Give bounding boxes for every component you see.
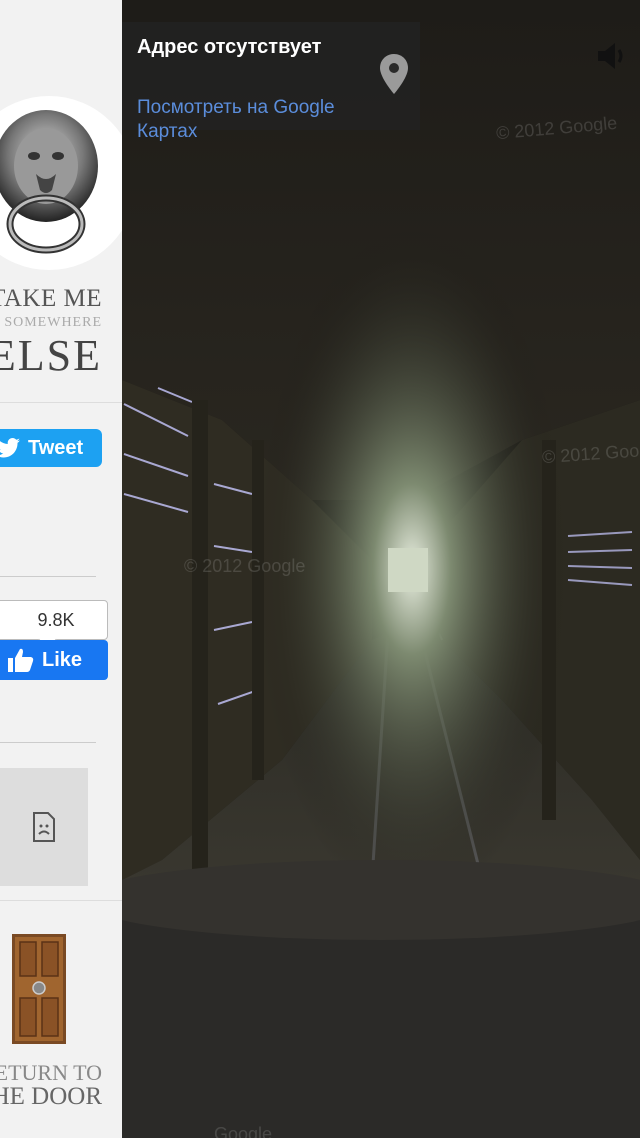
map-pin-icon[interactable] xyxy=(380,54,408,94)
tweet-button[interactable]: Tweet xyxy=(0,429,102,467)
watermark: © 2012 Google xyxy=(184,556,306,576)
watermark: Google xyxy=(214,1124,273,1138)
like-count: 9.8K xyxy=(37,609,75,630)
address-title: Адрес отсутствует xyxy=(137,36,322,58)
divider xyxy=(0,742,96,743)
speaker-icon[interactable] xyxy=(596,40,630,72)
divider xyxy=(0,402,122,403)
divider xyxy=(0,576,96,577)
address-card: Адрес отсутствует Посмотреть на Google К… xyxy=(122,22,420,142)
like-button[interactable]: Like xyxy=(0,640,108,680)
like-label: Like xyxy=(42,648,83,671)
broken-file-icon xyxy=(33,812,55,842)
view-on-google-maps-link[interactable]: Посмотреть на Google Картах xyxy=(137,96,387,144)
sidebar: TAKE ME SOMEWHERE ELSE Tweet 9.8K Like E… xyxy=(0,0,122,1138)
broken-image-placeholder xyxy=(0,768,88,886)
divider xyxy=(0,900,122,901)
tagline-line3: ELSE xyxy=(0,331,102,380)
thumbs-up-icon xyxy=(8,648,34,672)
tweet-label: Tweet xyxy=(28,436,84,459)
tagline-line1: TAKE ME xyxy=(0,285,102,312)
tagline-line2: SOMEWHERE xyxy=(4,315,102,330)
like-count-bubble: 9.8K xyxy=(0,600,108,640)
twitter-bird-icon xyxy=(0,438,20,458)
wooden-door-icon[interactable] xyxy=(12,934,66,1044)
lion-door-knocker-logo[interactable] xyxy=(0,104,110,256)
return-line2[interactable]: THE DOOR xyxy=(0,1083,102,1111)
